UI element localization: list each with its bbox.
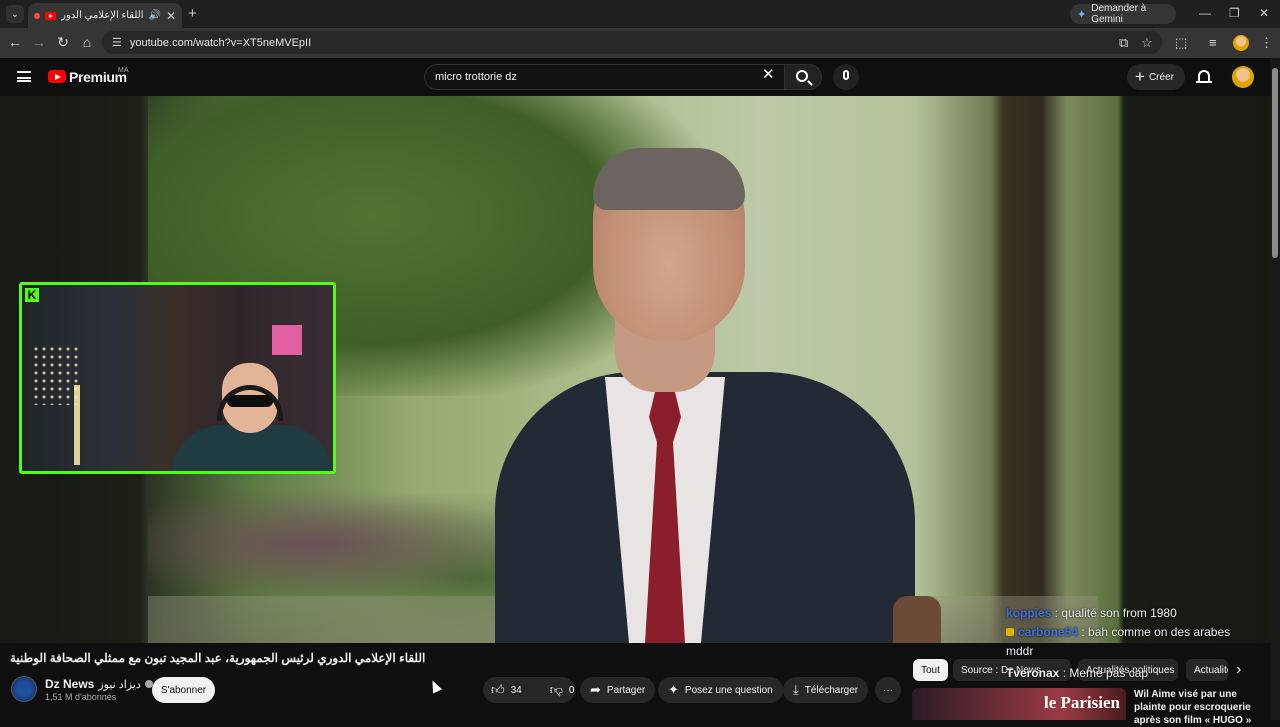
gemini-button[interactable]: ✦ Demander à Gemini xyxy=(1070,3,1176,25)
gemini-spark-icon: ✦ xyxy=(1077,8,1087,21)
thumbnail-brand: le Parisien xyxy=(1043,693,1120,712)
subscriber-count: 1,51 M d'abonnés xyxy=(45,692,117,702)
clear-search-icon[interactable]: ✕ xyxy=(762,67,775,82)
ask-question-button[interactable]: ✦ Posez une question xyxy=(658,677,783,703)
new-tab-icon[interactable]: + xyxy=(188,5,197,22)
video-speaker-figure xyxy=(495,148,915,643)
url-bar[interactable]: ☰ youtube.com/watch?v=XT5neMVEpII xyxy=(102,31,1162,54)
share-button[interactable]: ➦ Partager xyxy=(580,677,656,703)
close-tab-icon[interactable]: ✕ xyxy=(166,9,176,23)
share-label: Partager xyxy=(606,684,646,696)
youtube-logo-icon[interactable] xyxy=(48,70,66,83)
search-value: micro trottorie dz xyxy=(435,71,517,83)
chat-message: carbone54 : bah comme on des arabes mddr xyxy=(1006,625,1231,658)
voice-search-button[interactable] xyxy=(833,64,859,90)
dislike-count: 0 xyxy=(568,684,575,696)
browser-profile-avatar[interactable] xyxy=(1233,35,1249,51)
plus-icon: + xyxy=(1135,67,1145,86)
browser-menu-icon[interactable]: ⋮ xyxy=(1260,35,1273,51)
back-icon[interactable]: ← xyxy=(6,34,24,50)
webcam-lamp xyxy=(74,385,80,465)
kick-logo-icon: K xyxy=(25,288,39,302)
chat-text: qualité son from 1980 xyxy=(1061,606,1177,620)
chip-all[interactable]: Tout xyxy=(913,659,948,681)
recording-indicator-icon xyxy=(34,12,40,19)
notifications-bell-icon[interactable] xyxy=(1196,70,1212,83)
chat-message: Tveronax : Meme pas cap xyxy=(1006,666,1149,680)
speaker-icon[interactable]: 🔊 xyxy=(148,10,160,21)
gemini-label: Demander à Gemini xyxy=(1091,3,1147,25)
like-count: 34 xyxy=(510,684,522,696)
url-text: youtube.com/watch?v=XT5neMVEpII xyxy=(129,36,312,49)
thumbs-down-icon: 👎︎ xyxy=(549,682,563,697)
tab-search-button[interactable]: ⌄ xyxy=(6,5,24,23)
restore-icon[interactable]: ❐ xyxy=(1229,6,1240,20)
page-scrollbar[interactable] xyxy=(1270,58,1280,720)
chevron-down-icon: ⌄ xyxy=(10,8,20,20)
share-arrow-icon: ➦ xyxy=(590,682,601,697)
channel-name-row[interactable]: Dz News ديزاد نيوز xyxy=(45,677,153,691)
tab-title: اللقاء الإعلامي الدوري لرئيس xyxy=(61,10,144,21)
more-actions-button[interactable]: ··· xyxy=(875,677,901,703)
home-icon[interactable]: ⌂ xyxy=(78,34,96,50)
video-title: اللقاء الإعلامي الدوري لرئيس الجمهورية، … xyxy=(10,651,426,665)
chat-badge-icon xyxy=(1006,628,1014,636)
search-button[interactable] xyxy=(784,64,822,90)
more-dots-icon: ··· xyxy=(883,684,893,696)
search-icon xyxy=(796,70,808,82)
dislike-button[interactable]: 👎︎ 0 xyxy=(542,677,583,703)
forward-icon[interactable]: → xyxy=(30,34,48,50)
recommendation-title[interactable]: Wil Aime visé par une plainte pour escro… xyxy=(1134,688,1262,727)
speaker-hair xyxy=(593,148,745,210)
account-avatar[interactable] xyxy=(1232,66,1254,88)
hamburger-menu-icon[interactable] xyxy=(17,71,31,82)
ask-label: Posez une question xyxy=(684,684,773,696)
bookmark-star-icon[interactable]: ☆ xyxy=(1141,35,1153,51)
create-button[interactable]: + Créer xyxy=(1127,64,1185,90)
minimize-icon[interactable]: — xyxy=(1199,6,1211,20)
youtube-favicon-icon xyxy=(45,11,56,20)
channel-name[interactable]: Dz News xyxy=(45,677,94,691)
channel-avatar[interactable] xyxy=(11,676,37,702)
channel-name-arabic: ديزاد نيوز xyxy=(98,678,141,691)
create-label: Créer xyxy=(1148,71,1174,83)
sunglasses-icon xyxy=(227,395,273,407)
like-button[interactable]: 👍︎ 34 xyxy=(483,677,530,703)
extensions-icon[interactable]: ⬚ xyxy=(1175,35,1187,51)
download-button[interactable]: ⤓ Télécharger xyxy=(783,677,869,703)
microphone-icon xyxy=(843,70,849,80)
browser-tab-active[interactable]: اللقاء الإعلامي الدوري لرئيس 🔊 ✕ xyxy=(28,3,182,28)
video-chair xyxy=(893,596,941,643)
chat-username: Tveronax xyxy=(1006,666,1060,680)
mouse-cursor-icon xyxy=(427,678,443,694)
chat-message: koppies : qualité son from 1980 xyxy=(1006,606,1177,620)
like-dislike-group: 👍︎ 34 👎︎ 0 xyxy=(483,677,575,703)
scrollbar-thumb[interactable] xyxy=(1272,68,1278,258)
streamer-webcam-overlay: K xyxy=(19,282,336,474)
stream-chat-overlay: koppies : qualité son from 1980 carbone5… xyxy=(1006,604,1256,661)
stream-chat-overlay-last: Tveronax : Meme pas cap xyxy=(1006,664,1256,683)
subscribe-button[interactable]: S'abonner xyxy=(152,677,215,703)
search-input[interactable]: micro trottorie dz xyxy=(424,64,786,90)
reload-icon[interactable]: ↻ xyxy=(54,34,72,51)
chat-username: koppies xyxy=(1006,606,1052,620)
cast-icon[interactable]: ⧉ xyxy=(1119,35,1128,51)
youtube-header: Premium MA micro trottorie dz ✕ + Créer xyxy=(0,58,1280,96)
browser-address-bar: ← → ↻ ⌂ ☰ youtube.com/watch?v=XT5neMVEpI… xyxy=(0,28,1280,58)
close-window-icon[interactable]: ✕ xyxy=(1259,6,1269,20)
country-code: MA xyxy=(118,67,129,74)
ai-spark-icon: ✦ xyxy=(668,682,679,697)
chat-text: Meme pas cap xyxy=(1069,666,1149,680)
thumbs-up-icon: 👍︎ xyxy=(491,682,505,697)
download-label: Télécharger xyxy=(804,684,859,696)
reading-list-icon[interactable]: ≡ xyxy=(1209,35,1217,50)
site-info-icon[interactable]: ☰ xyxy=(112,36,122,49)
download-icon: ⤓ xyxy=(793,682,799,697)
webcam-wall-screen xyxy=(272,325,302,355)
browser-tab-bar: ⌄ اللقاء الإعلامي الدوري لرئيس 🔊 ✕ + ✦ D… xyxy=(0,0,1280,28)
chat-username: carbone54 xyxy=(1018,625,1079,639)
recommendation-thumbnail[interactable]: le Parisien xyxy=(912,688,1126,720)
